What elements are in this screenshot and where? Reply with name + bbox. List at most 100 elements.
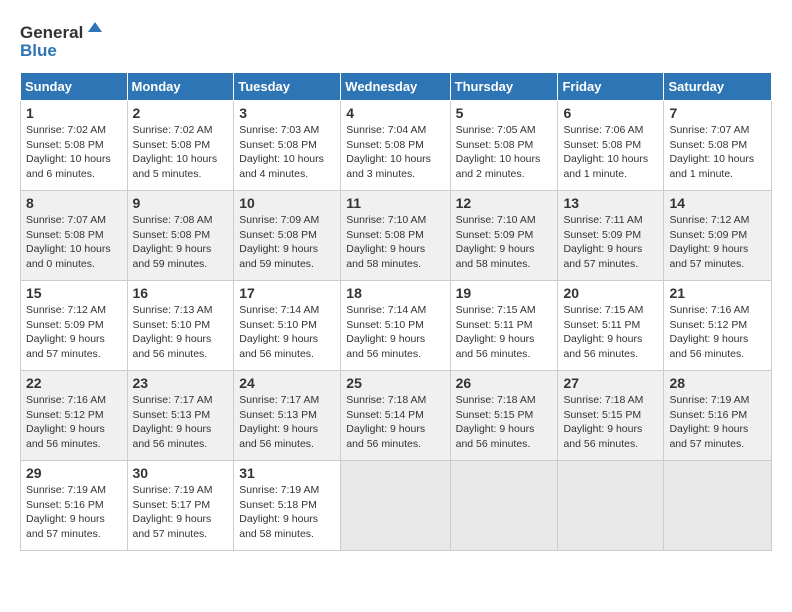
cell-sun-info: Sunrise: 7:08 AMSunset: 5:08 PMDaylight:…	[133, 213, 229, 272]
day-number: 14	[669, 195, 766, 211]
logo: General Blue	[20, 20, 110, 62]
cell-sun-info: Sunrise: 7:19 AMSunset: 5:16 PMDaylight:…	[26, 483, 122, 542]
cell-sun-info: Sunrise: 7:18 AMSunset: 5:15 PMDaylight:…	[456, 393, 553, 452]
cell-sun-info: Sunrise: 7:19 AMSunset: 5:16 PMDaylight:…	[669, 393, 766, 452]
calendar-week-row: 8Sunrise: 7:07 AMSunset: 5:08 PMDaylight…	[21, 191, 772, 281]
calendar-cell: 2Sunrise: 7:02 AMSunset: 5:08 PMDaylight…	[127, 101, 234, 191]
calendar-cell: 31 Sunrise: 7:19 AMSunset: 5:18 PMDayligh…	[234, 461, 341, 551]
cell-sun-info: Sunrise: 7:06 AMSunset: 5:08 PMDaylight:…	[563, 123, 658, 182]
day-header-sunday: Sunday	[21, 73, 128, 101]
day-number: 25	[346, 375, 444, 391]
day-number: 27	[563, 375, 658, 391]
calendar-cell	[558, 461, 664, 551]
day-header-wednesday: Wednesday	[341, 73, 450, 101]
day-number: 2	[133, 105, 229, 121]
calendar-cell: 6 Sunrise: 7:06 AMSunset: 5:08 PMDaylight…	[558, 101, 664, 191]
cell-sun-info: Sunrise: 7:12 AMSunset: 5:09 PMDaylight:…	[26, 303, 122, 362]
calendar-cell: 11 Sunrise: 7:10 AMSunset: 5:08 PMDayligh…	[341, 191, 450, 281]
calendar-cell: 9 Sunrise: 7:08 AMSunset: 5:08 PMDaylight…	[127, 191, 234, 281]
day-number: 15	[26, 285, 122, 301]
calendar-cell: 17 Sunrise: 7:14 AMSunset: 5:10 PMDayligh…	[234, 281, 341, 371]
calendar-cell: 18 Sunrise: 7:14 AMSunset: 5:10 PMDayligh…	[341, 281, 450, 371]
cell-sun-info: Sunrise: 7:10 AMSunset: 5:08 PMDaylight:…	[346, 213, 444, 272]
day-number: 23	[133, 375, 229, 391]
calendar-cell: 29 Sunrise: 7:19 AMSunset: 5:16 PMDayligh…	[21, 461, 128, 551]
day-number: 7	[669, 105, 766, 121]
cell-sun-info: Sunrise: 7:12 AMSunset: 5:09 PMDaylight:…	[669, 213, 766, 272]
cell-sun-info: Sunrise: 7:18 AMSunset: 5:14 PMDaylight:…	[346, 393, 444, 452]
day-number: 18	[346, 285, 444, 301]
day-header-friday: Friday	[558, 73, 664, 101]
cell-sun-info: Sunrise: 7:14 AMSunset: 5:10 PMDaylight:…	[346, 303, 444, 362]
day-header-monday: Monday	[127, 73, 234, 101]
calendar-cell	[450, 461, 558, 551]
cell-sun-info: Sunrise: 7:11 AMSunset: 5:09 PMDaylight:…	[563, 213, 658, 272]
day-number: 6	[563, 105, 658, 121]
calendar-table: SundayMondayTuesdayWednesdayThursdayFrid…	[20, 72, 772, 551]
calendar-cell: 27Sunrise: 7:18 AMSunset: 5:15 PMDayligh…	[558, 371, 664, 461]
day-number: 17	[239, 285, 335, 301]
calendar-cell: 28 Sunrise: 7:19 AMSunset: 5:16 PMDayligh…	[664, 371, 772, 461]
calendar-cell	[664, 461, 772, 551]
cell-sun-info: Sunrise: 7:16 AMSunset: 5:12 PMDaylight:…	[26, 393, 122, 452]
cell-sun-info: Sunrise: 7:07 AMSunset: 5:08 PMDaylight:…	[26, 213, 122, 272]
day-number: 10	[239, 195, 335, 211]
calendar-cell: 23Sunrise: 7:17 AMSunset: 5:13 PMDayligh…	[127, 371, 234, 461]
day-number: 5	[456, 105, 553, 121]
calendar-cell: 21Sunrise: 7:16 AMSunset: 5:12 PMDayligh…	[664, 281, 772, 371]
day-header-tuesday: Tuesday	[234, 73, 341, 101]
day-header-thursday: Thursday	[450, 73, 558, 101]
day-number: 3	[239, 105, 335, 121]
calendar-cell: 16Sunrise: 7:13 AMSunset: 5:10 PMDayligh…	[127, 281, 234, 371]
calendar-week-row: 29 Sunrise: 7:19 AMSunset: 5:16 PMDayligh…	[21, 461, 772, 551]
calendar-cell: 4 Sunrise: 7:04 AMSunset: 5:08 PMDaylight…	[341, 101, 450, 191]
calendar-cell: 14 Sunrise: 7:12 AMSunset: 5:09 PMDayligh…	[664, 191, 772, 281]
calendar-cell: 5 Sunrise: 7:05 AMSunset: 5:08 PMDaylight…	[450, 101, 558, 191]
calendar-week-row: 1 Sunrise: 7:02 AMSunset: 5:08 PMDaylight…	[21, 101, 772, 191]
day-number: 1	[26, 105, 122, 121]
calendar-week-row: 15 Sunrise: 7:12 AMSunset: 5:09 PMDayligh…	[21, 281, 772, 371]
cell-sun-info: Sunrise: 7:15 AMSunset: 5:11 PMDaylight:…	[563, 303, 658, 362]
cell-sun-info: Sunrise: 7:07 AMSunset: 5:08 PMDaylight:…	[669, 123, 766, 182]
cell-sun-info: Sunrise: 7:02 AMSunset: 5:08 PMDaylight:…	[26, 123, 122, 182]
cell-sun-info: Sunrise: 7:14 AMSunset: 5:10 PMDaylight:…	[239, 303, 335, 362]
calendar-cell: 3 Sunrise: 7:03 AMSunset: 5:08 PMDaylight…	[234, 101, 341, 191]
day-number: 29	[26, 465, 122, 481]
day-number: 30	[133, 465, 229, 481]
page-header: General Blue	[20, 20, 772, 62]
calendar-cell: 1 Sunrise: 7:02 AMSunset: 5:08 PMDaylight…	[21, 101, 128, 191]
cell-sun-info: Sunrise: 7:15 AMSunset: 5:11 PMDaylight:…	[456, 303, 553, 362]
cell-sun-info: Sunrise: 7:10 AMSunset: 5:09 PMDaylight:…	[456, 213, 553, 272]
calendar-cell: 25 Sunrise: 7:18 AMSunset: 5:14 PMDayligh…	[341, 371, 450, 461]
day-number: 20	[563, 285, 658, 301]
calendar-cell: 19 Sunrise: 7:15 AMSunset: 5:11 PMDayligh…	[450, 281, 558, 371]
day-number: 9	[133, 195, 229, 211]
logo-svg: General Blue	[20, 20, 110, 62]
calendar-cell: 12 Sunrise: 7:10 AMSunset: 5:09 PMDayligh…	[450, 191, 558, 281]
calendar-cell	[341, 461, 450, 551]
cell-sun-info: Sunrise: 7:03 AMSunset: 5:08 PMDaylight:…	[239, 123, 335, 182]
day-number: 16	[133, 285, 229, 301]
day-number: 19	[456, 285, 553, 301]
cell-sun-info: Sunrise: 7:19 AMSunset: 5:18 PMDaylight:…	[239, 483, 335, 542]
calendar-cell: 15 Sunrise: 7:12 AMSunset: 5:09 PMDayligh…	[21, 281, 128, 371]
day-number: 12	[456, 195, 553, 211]
cell-sun-info: Sunrise: 7:04 AMSunset: 5:08 PMDaylight:…	[346, 123, 444, 182]
day-number: 31	[239, 465, 335, 481]
calendar-cell: 8Sunrise: 7:07 AMSunset: 5:08 PMDaylight…	[21, 191, 128, 281]
day-number: 26	[456, 375, 553, 391]
calendar-cell: 26 Sunrise: 7:18 AMSunset: 5:15 PMDayligh…	[450, 371, 558, 461]
cell-sun-info: Sunrise: 7:17 AMSunset: 5:13 PMDaylight:…	[239, 393, 335, 452]
day-number: 28	[669, 375, 766, 391]
day-number: 22	[26, 375, 122, 391]
day-number: 13	[563, 195, 658, 211]
cell-sun-info: Sunrise: 7:19 AMSunset: 5:17 PMDaylight:…	[133, 483, 229, 542]
cell-sun-info: Sunrise: 7:09 AMSunset: 5:08 PMDaylight:…	[239, 213, 335, 272]
svg-text:Blue: Blue	[20, 41, 57, 60]
calendar-cell: 13 Sunrise: 7:11 AMSunset: 5:09 PMDayligh…	[558, 191, 664, 281]
calendar-cell: 24Sunrise: 7:17 AMSunset: 5:13 PMDayligh…	[234, 371, 341, 461]
day-number: 21	[669, 285, 766, 301]
cell-sun-info: Sunrise: 7:05 AMSunset: 5:08 PMDaylight:…	[456, 123, 553, 182]
day-number: 11	[346, 195, 444, 211]
day-number: 4	[346, 105, 444, 121]
